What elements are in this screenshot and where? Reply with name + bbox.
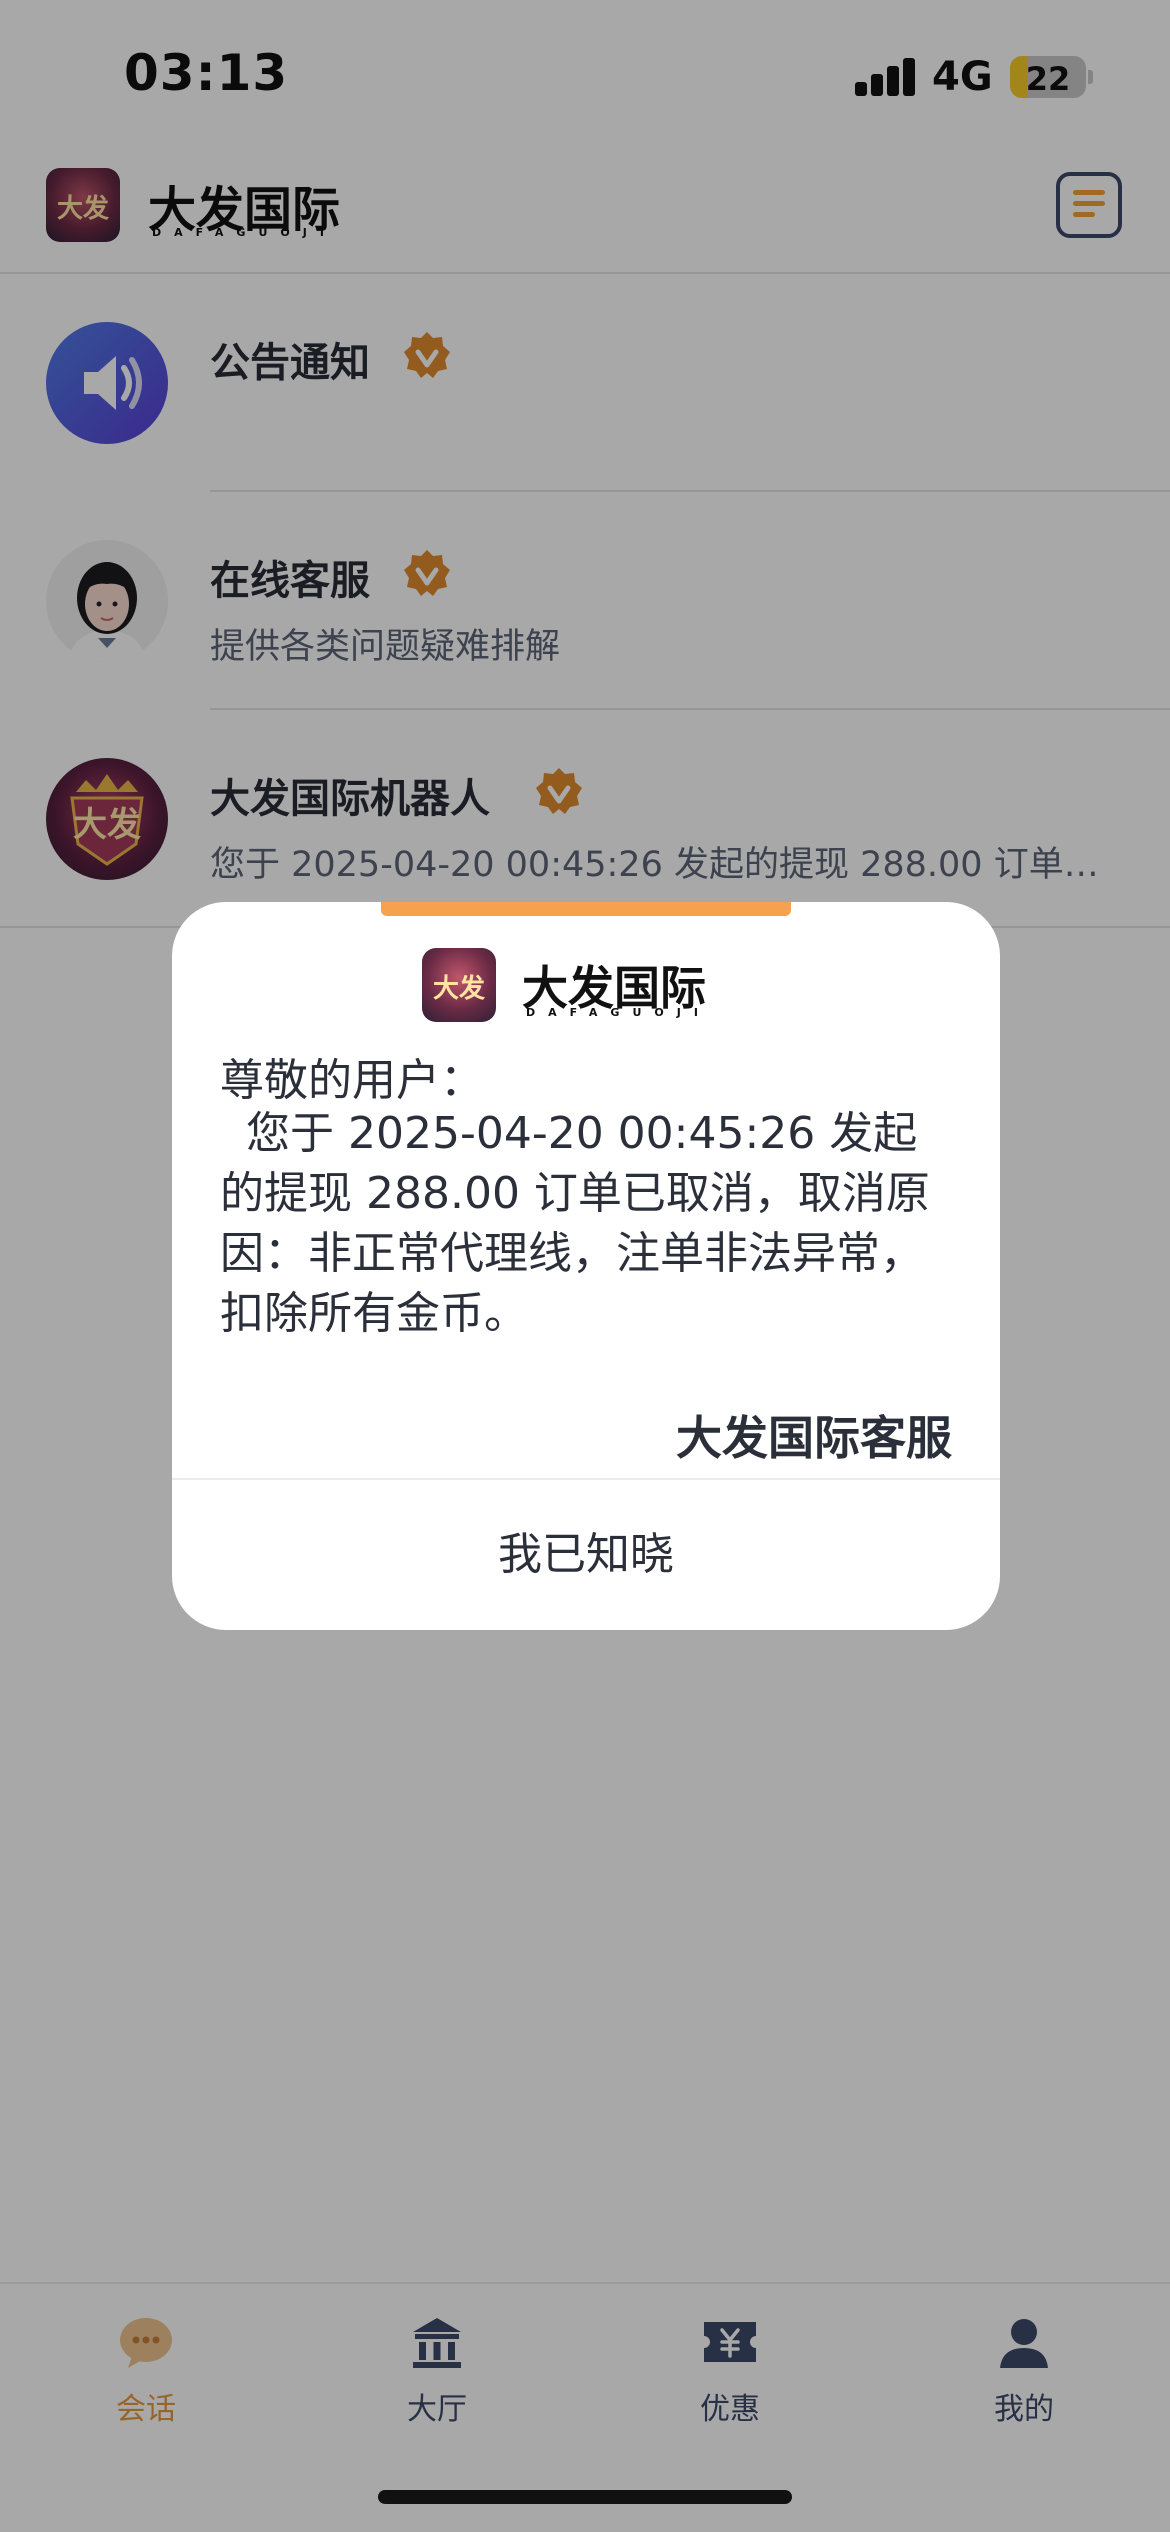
notice-dialog: 大发 大发国际 DAFAGUOJI 尊敬的用户： 您于 2025-04-20 0… (172, 902, 1000, 1630)
dialog-brand-subtitle: DAFAGUOJI (526, 1006, 711, 1019)
dialog-accent-bar (381, 902, 791, 916)
dialog-greeting: 尊敬的用户： (220, 1055, 484, 1106)
dialog-brand-logo: 大发 (422, 948, 496, 1022)
acknowledge-button[interactable]: 我已知晓 (172, 1480, 1000, 1630)
dialog-signature: 大发国际客服 (676, 1411, 952, 1465)
home-indicator[interactable] (378, 2490, 792, 2504)
dialog-message: 您于 2025-04-20 00:45:26 发起的提现 288.00 订单已取… (220, 1108, 930, 1339)
